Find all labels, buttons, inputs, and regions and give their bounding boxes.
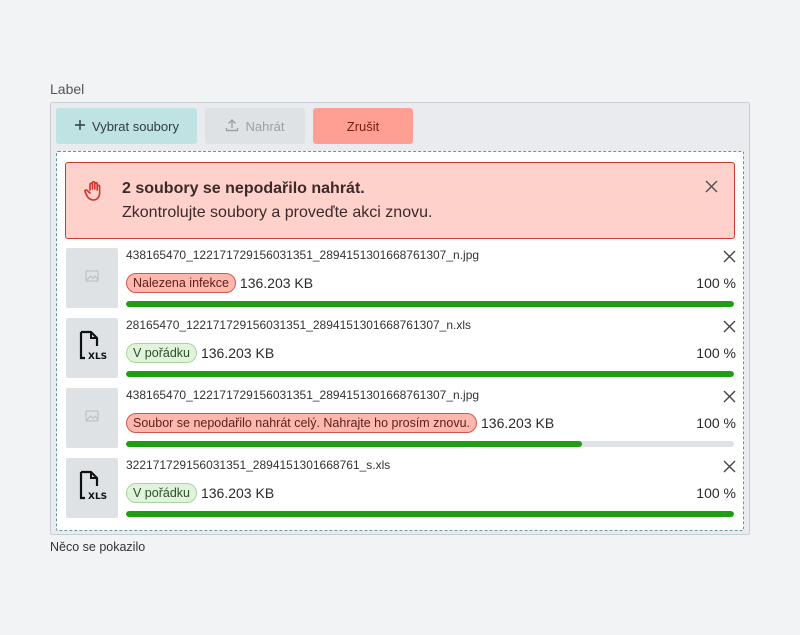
- file-upload: Vybrat soubory Nahrát Zrušit 2 soubory s…: [50, 102, 750, 535]
- file-thumbnail: XLS: [66, 458, 118, 518]
- upload-toolbar: Vybrat soubory Nahrát Zrušit: [56, 108, 413, 144]
- file-thumbnail: XLS: [66, 318, 118, 378]
- dropzone[interactable]: 2 soubory se nepodařilo nahrát. Zkontrol…: [56, 151, 744, 531]
- remove-file-icon[interactable]: [723, 460, 736, 478]
- progress-fill: [126, 301, 734, 307]
- upload-label: Nahrát: [245, 118, 285, 134]
- upload-percent: 100 %: [696, 485, 736, 501]
- cancel-label: Zrušit: [346, 118, 380, 134]
- progress-bar: [126, 371, 734, 377]
- remove-file-icon[interactable]: [723, 250, 736, 268]
- status-badge: V pořádku: [126, 483, 197, 503]
- file-name: 438165470_122171729156031351_28941513016…: [126, 248, 480, 262]
- upload-percent: 100 %: [696, 275, 736, 291]
- progress-fill: [126, 511, 734, 517]
- alert-title: 2 soubory se nepodařilo nahrát.: [122, 180, 365, 197]
- status-badge: Soubor se nepodařilo nahrát celý. Nahraj…: [126, 413, 477, 433]
- status-badge: Nalezena infekce: [126, 273, 236, 293]
- file-thumbnail: [66, 248, 118, 308]
- file-name: 28165470_122171729156031351_289415130166…: [126, 318, 472, 332]
- cancel-button[interactable]: Zrušit: [313, 108, 413, 144]
- image-icon: [85, 269, 99, 287]
- file-size: 136.203 KB: [481, 415, 555, 431]
- file-item: XLS 28165470_122171729156031351_28941513…: [66, 318, 736, 380]
- file-name: 438165470_122171729156031351_28941513016…: [126, 388, 480, 402]
- file-item: XLS 322171729156031351_2894151301668761_…: [66, 458, 736, 520]
- xls-file-icon: XLS: [77, 470, 107, 507]
- remove-file-icon[interactable]: [723, 390, 736, 408]
- file-size: 136.203 KB: [200, 485, 275, 501]
- upload-icon: [225, 118, 239, 135]
- file-thumbnail: [66, 388, 118, 448]
- svg-text:XLS: XLS: [88, 492, 107, 502]
- select-files-label: Vybrat soubory: [92, 118, 179, 134]
- progress-bar: [126, 441, 734, 447]
- helper-text: Něco se pokazilo: [50, 540, 146, 554]
- file-item: 438165470_122171729156031351_28941513016…: [66, 388, 736, 450]
- progress-fill: [126, 371, 734, 377]
- progress-bar: [126, 511, 734, 517]
- file-name: 322171729156031351_2894151301668761_s.xl…: [126, 458, 391, 472]
- remove-file-icon[interactable]: [723, 320, 736, 338]
- progress-fill: [126, 441, 582, 447]
- file-item: 438165470_122171729156031351_28941513016…: [66, 248, 736, 310]
- alert-message: Zkontrolujte soubory a proveďte akci zno…: [122, 204, 433, 221]
- xls-file-icon: XLS: [77, 330, 107, 367]
- upload-percent: 100 %: [696, 415, 736, 431]
- upload-percent: 100 %: [696, 345, 736, 361]
- close-icon[interactable]: [705, 180, 718, 198]
- field-label: Label: [50, 81, 85, 97]
- select-files-button[interactable]: Vybrat soubory: [56, 108, 197, 144]
- file-size: 136.203 KB: [239, 275, 314, 291]
- plus-icon: [74, 119, 86, 134]
- progress-bar: [126, 301, 734, 307]
- file-size: 136.203 KB: [200, 345, 275, 361]
- error-alert: 2 soubory se nepodařilo nahrát. Zkontrol…: [65, 162, 735, 239]
- hand-stop-icon: [82, 179, 106, 208]
- status-badge: V pořádku: [126, 343, 197, 363]
- svg-text:XLS: XLS: [88, 352, 107, 362]
- upload-button[interactable]: Nahrát: [205, 108, 305, 144]
- image-icon: [85, 409, 99, 427]
